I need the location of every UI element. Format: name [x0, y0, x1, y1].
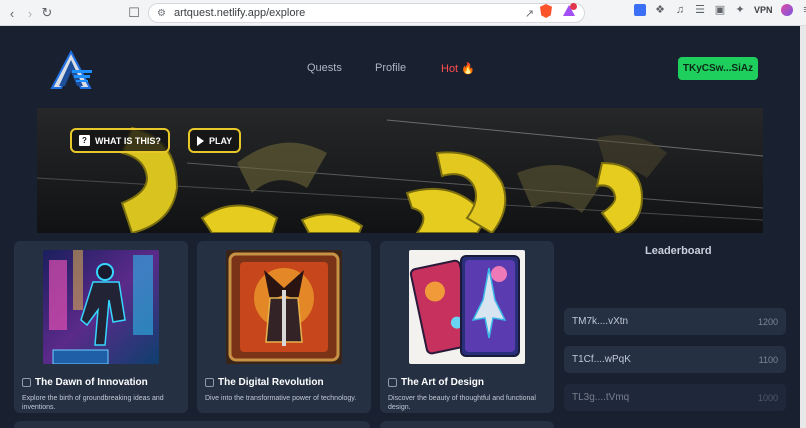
wallet-icon[interactable]: ▣	[714, 4, 726, 16]
what-is-this-label: WHAT IS THIS?	[95, 135, 161, 146]
nav-profile[interactable]: Profile	[375, 62, 406, 74]
quest-card[interactable]: The Digital Revolution Dive into the tra…	[197, 241, 371, 413]
rewards-badge-icon	[570, 3, 577, 10]
card-image	[226, 250, 342, 364]
site-settings-icon[interactable]: ⚙	[157, 8, 166, 19]
quest-card-partial	[380, 421, 554, 428]
share-icon[interactable]: ↗	[525, 7, 534, 20]
leaderboard-score: 1100	[758, 354, 778, 365]
puzzle-icon[interactable]: ❖	[654, 4, 666, 16]
quest-card[interactable]: The Art of Design Discover the beauty of…	[380, 241, 554, 413]
card-image	[43, 250, 159, 364]
card-title-text: The Dawn of Innovation	[35, 377, 148, 388]
extensions-row: ❖ ♫ ☰ ▣ ✦ VPN ≡	[634, 4, 806, 16]
leaderboard-score: 1000	[757, 392, 778, 403]
browser-toolbar: ‹ › ↻ ☐ ⚙ artquest.netlify.app/explore ↗…	[0, 0, 806, 26]
card-tag-icon	[205, 378, 214, 387]
card-image	[409, 250, 525, 364]
reload-icon[interactable]: ↻	[37, 3, 57, 23]
hero-banner: ? WHAT IS THIS? PLAY	[37, 108, 763, 233]
leaderboard-address: T1Cf....wPqK	[572, 354, 631, 365]
page: Quests Profile Hot 🔥 TKyCSw...SiAz ? WHA…	[0, 26, 806, 428]
quest-card[interactable]: The Dawn of Innovation Explore the birth…	[14, 241, 188, 413]
play-icon	[197, 135, 204, 146]
wallet-address-button[interactable]: TKyCSw...SiAz	[678, 57, 758, 80]
card-tag-icon	[388, 378, 397, 387]
quest-card-partial	[14, 421, 370, 428]
bookmark-icon[interactable]: ☐	[124, 3, 144, 23]
leaderboard-row[interactable]: TL3g....tVmq 1000	[564, 384, 786, 411]
what-is-this-button[interactable]: ? WHAT IS THIS?	[70, 128, 170, 153]
back-icon[interactable]: ‹	[2, 3, 22, 23]
card-title-text: The Digital Revolution	[218, 377, 324, 388]
profile-avatar-icon[interactable]	[780, 4, 793, 16]
reading-list-icon[interactable]: ☰	[694, 4, 706, 16]
leaderboard-row[interactable]: TM7k....vXtn 1200	[564, 308, 786, 335]
card-title-text: The Art of Design	[401, 377, 484, 388]
card-title: The Art of Design	[388, 377, 484, 388]
card-description: Explore the birth of groundbreaking idea…	[22, 395, 164, 411]
menu-icon[interactable]: ≡	[801, 4, 806, 16]
play-label: PLAY	[209, 135, 233, 146]
card-description: Discover the beauty of thoughtful and fu…	[388, 395, 536, 411]
leaderboard-score: 1200	[757, 316, 778, 327]
page-scrollbar[interactable]	[800, 26, 806, 428]
extension-icon[interactable]	[634, 4, 646, 16]
question-icon: ?	[79, 135, 90, 146]
leaderboard-row[interactable]: T1Cf....wPqK 1100	[564, 346, 786, 373]
play-button[interactable]: PLAY	[188, 128, 242, 153]
card-tag-icon	[22, 378, 31, 387]
card-title: The Dawn of Innovation	[22, 377, 148, 388]
address-bar[interactable]: ⚙ artquest.netlify.app/explore ↗	[148, 3, 585, 23]
leaderboard-address: TL3g....tVmq	[572, 392, 630, 403]
nav-quests[interactable]: Quests	[307, 62, 342, 74]
music-icon[interactable]: ♫	[674, 4, 686, 16]
card-description: Dive into the transformative power of te…	[205, 395, 357, 402]
url-text: artquest.netlify.app/explore	[173, 7, 306, 19]
artquest-logo-icon[interactable]	[50, 50, 92, 90]
card-title: The Digital Revolution	[205, 377, 324, 388]
leaderboard-address: TM7k....vXtn	[572, 316, 629, 327]
nav-hot[interactable]: Hot 🔥	[441, 62, 475, 75]
leaderboard-title: Leaderboard	[645, 245, 712, 257]
ai-icon[interactable]: ✦	[734, 4, 746, 16]
vpn-button[interactable]: VPN	[754, 5, 773, 15]
macaroni-artwork	[37, 119, 763, 233]
